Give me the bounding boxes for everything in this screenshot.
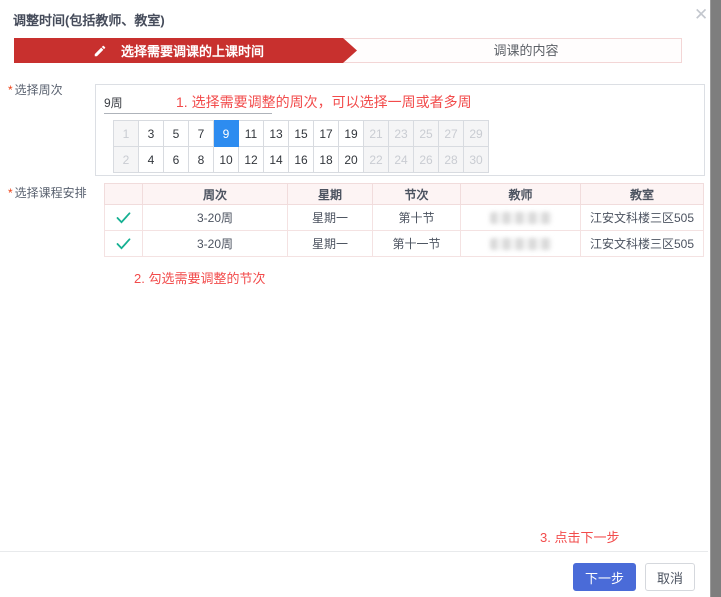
table-row: 3-20周星期一第十一节 江安文科楼三区505 <box>105 231 704 257</box>
week-cell-5[interactable]: 5 <box>164 121 189 147</box>
course-table-body: 3-20周星期一第十节江安文科楼三区5053-20周星期一第十一节江安文科楼三区… <box>105 205 704 257</box>
week-cell-8[interactable]: 8 <box>189 147 214 173</box>
week-cell-1: 1 <box>114 121 139 147</box>
annotation-step3: 3. 点击下一步 <box>540 527 619 546</box>
teacher-cell <box>461 205 581 231</box>
next-step-button[interactable]: 下一步 <box>573 563 636 591</box>
week-selection-panel: 1. 选择需要调整的周次，可以选择一周或者多周 1357911131517192… <box>95 84 705 176</box>
week-cell-15[interactable]: 15 <box>289 121 314 147</box>
day-cell: 星期一 <box>288 205 373 231</box>
step1-label: 选择需要调课的上课时间 <box>121 41 264 60</box>
step-current-select-time[interactable]: 选择需要调课的上课时间 <box>14 38 357 63</box>
teacher-name-redacted <box>490 238 552 250</box>
column-header: 教师 <box>461 184 581 205</box>
week-cell: 3-20周 <box>143 231 288 257</box>
week-cell: 3-20周 <box>143 205 288 231</box>
column-header: 节次 <box>373 184 461 205</box>
week-section-label: *选择周次 <box>8 81 63 98</box>
week-cell-19[interactable]: 19 <box>339 121 364 147</box>
pencil-icon <box>93 44 107 58</box>
period-cell: 第十一节 <box>373 231 461 257</box>
week-cell-3[interactable]: 3 <box>139 121 164 147</box>
week-grid: 1357911131517192123252729246810121416182… <box>113 120 489 173</box>
annotation-step1: 1. 选择需要调整的周次，可以选择一周或者多周 <box>176 92 472 112</box>
row-check-icon[interactable] <box>105 231 143 257</box>
week-grid-body: 1357911131517192123252729246810121416182… <box>114 121 489 173</box>
course-table-header-row: 周次星期节次教师教室 <box>105 184 704 205</box>
header-checkbox-column <box>105 184 143 205</box>
course-section-label: *选择课程安排 <box>8 184 87 201</box>
teacher-name-redacted <box>490 212 552 224</box>
reschedule-dialog: 调整时间(包括教师、教室) ✕ 选择需要调课的上课时间 调课的内容 *选择周次 … <box>0 0 721 597</box>
column-header: 周次 <box>143 184 288 205</box>
required-asterisk: * <box>8 186 13 200</box>
week-cell-12[interactable]: 12 <box>239 147 264 173</box>
week-cell-7[interactable]: 7 <box>189 121 214 147</box>
week-cell-16[interactable]: 16 <box>289 147 314 173</box>
step2-label: 调课的内容 <box>493 43 558 58</box>
step-wizard: 选择需要调课的上课时间 调课的内容 <box>14 38 682 63</box>
week-cell-9[interactable]: 9 <box>214 121 239 147</box>
week-cell-18[interactable]: 18 <box>314 147 339 173</box>
week-cell-28: 28 <box>439 147 464 173</box>
row-check-icon[interactable] <box>105 205 143 231</box>
week-cell-13[interactable]: 13 <box>264 121 289 147</box>
right-scrollbar-strip[interactable] <box>710 0 721 597</box>
step-next-content[interactable]: 调课的内容 <box>371 39 681 62</box>
week-cell-23: 23 <box>389 121 414 147</box>
week-cell-20[interactable]: 20 <box>339 147 364 173</box>
week-cell-24: 24 <box>389 147 414 173</box>
week-cell-2: 2 <box>114 147 139 173</box>
week-cell-30: 30 <box>464 147 489 173</box>
week-grid-row: 1357911131517192123252729 <box>114 121 489 147</box>
required-asterisk: * <box>8 83 13 97</box>
teacher-cell <box>461 231 581 257</box>
course-table-head: 周次星期节次教师教室 <box>105 184 704 205</box>
week-cell-26: 26 <box>414 147 439 173</box>
week-cell-10[interactable]: 10 <box>214 147 239 173</box>
week-cell-17[interactable]: 17 <box>314 121 339 147</box>
week-cell-27: 27 <box>439 121 464 147</box>
week-cell-6[interactable]: 6 <box>164 147 189 173</box>
room-cell: 江安文科楼三区505 <box>581 205 704 231</box>
table-row: 3-20周星期一第十节 江安文科楼三区505 <box>105 205 704 231</box>
day-cell: 星期一 <box>288 231 373 257</box>
week-cell-25: 25 <box>414 121 439 147</box>
week-cell-29: 29 <box>464 121 489 147</box>
week-cell-11[interactable]: 11 <box>239 121 264 147</box>
period-cell: 第十节 <box>373 205 461 231</box>
footer-divider <box>0 551 708 552</box>
week-cell-14[interactable]: 14 <box>264 147 289 173</box>
week-cell-4[interactable]: 4 <box>139 147 164 173</box>
cancel-button[interactable]: 取消 <box>645 563 695 591</box>
close-icon[interactable]: ✕ <box>694 6 708 23</box>
week-cell-22: 22 <box>364 147 389 173</box>
column-header: 教室 <box>581 184 704 205</box>
course-schedule-table: 周次星期节次教师教室 3-20周星期一第十节江安文科楼三区5053-20周星期一… <box>104 183 704 257</box>
week-grid-row: 24681012141618202224262830 <box>114 147 489 173</box>
room-cell: 江安文科楼三区505 <box>581 231 704 257</box>
annotation-step2: 2. 勾选需要调整的节次 <box>134 268 265 287</box>
week-cell-21: 21 <box>364 121 389 147</box>
column-header: 星期 <box>288 184 373 205</box>
dialog-title: 调整时间(包括教师、教室) <box>13 10 165 29</box>
